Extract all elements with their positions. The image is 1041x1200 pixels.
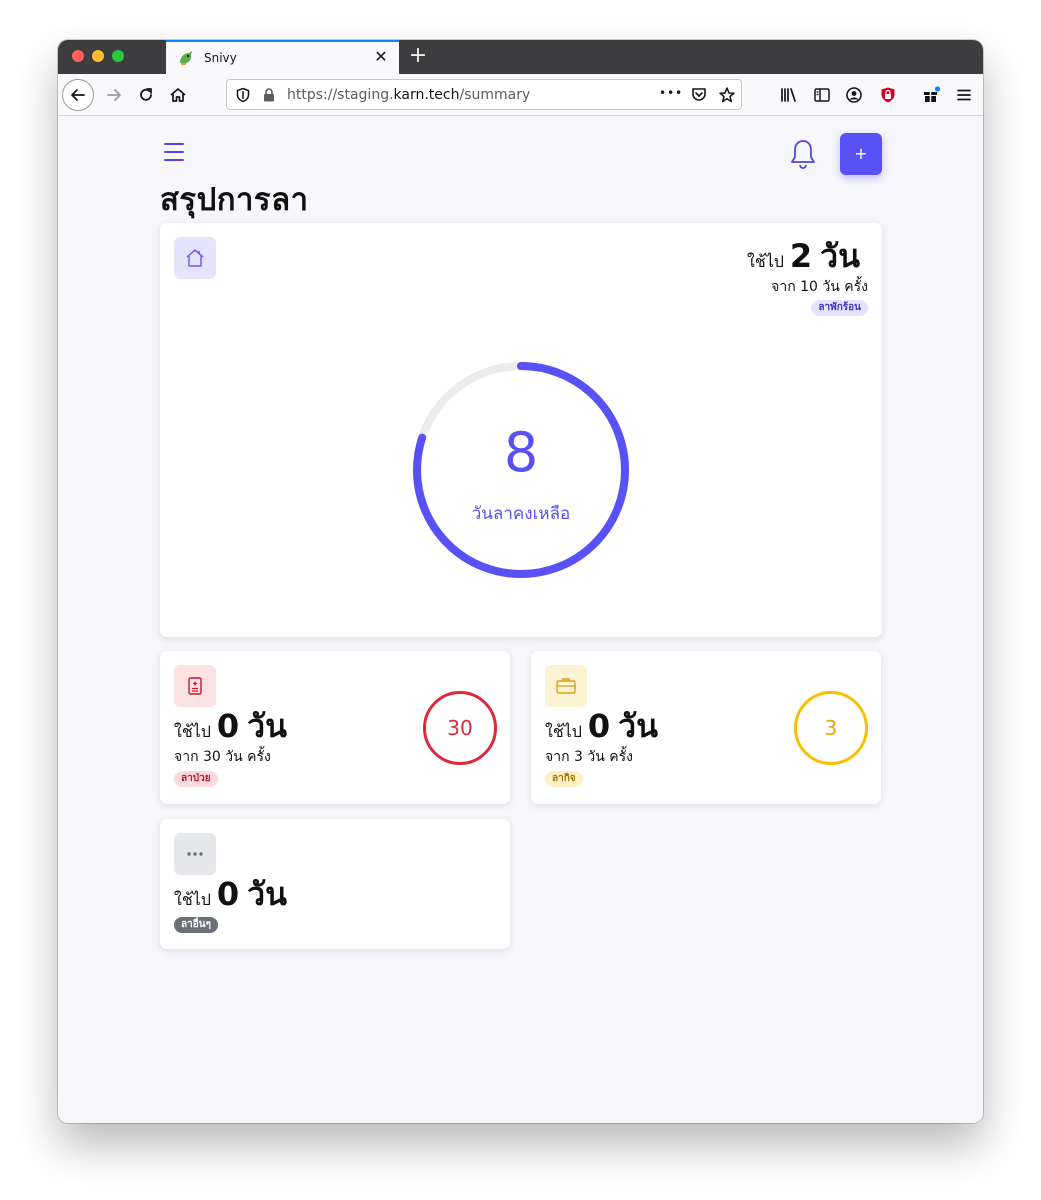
maximize-window-button[interactable] — [112, 50, 124, 62]
gift-extension-icon[interactable] — [919, 83, 943, 107]
minimize-window-button[interactable] — [92, 50, 104, 62]
vacation-from-text: จาก 10 วัน ครั้ง — [771, 279, 868, 295]
other-used: ใช้ไป 0 วัน — [174, 877, 287, 913]
used-value: 0 — [216, 707, 240, 745]
personal-badge: ลากิจ — [545, 771, 583, 787]
ublock-shield-icon[interactable] — [876, 83, 900, 107]
medical-document-icon — [174, 665, 216, 707]
close-window-button[interactable] — [72, 50, 84, 62]
url-host: karn.tech — [393, 87, 460, 103]
tracking-shield-icon[interactable] — [231, 83, 255, 107]
add-leave-button[interactable]: + — [840, 133, 882, 175]
used-value: 0 — [587, 707, 611, 745]
vacation-leave-card: ใช้ไป 2 วัน จาก 10 วัน ครั้ง ลาพักร้อน 8… — [160, 223, 882, 637]
sick-remaining-ring: 30 — [423, 691, 497, 765]
tab-title: Snivy — [204, 51, 237, 65]
used-value: 2 — [789, 237, 813, 275]
used-unit: วัน — [247, 707, 287, 745]
notification-bell-icon[interactable] — [789, 138, 817, 170]
used-prefix: ใช้ไป — [174, 890, 211, 909]
remaining-days-value: 8 — [503, 421, 539, 484]
forward-arrow-icon[interactable] — [102, 83, 126, 107]
library-icon[interactable] — [777, 83, 801, 107]
used-prefix: ใช้ไป — [545, 722, 582, 741]
page-content: + สรุปการลา ใช้ไป 2 วัน จาก 10 วัน ครั้ง… — [58, 116, 983, 1123]
remaining-days-label: วันลาคงเหลือ — [471, 504, 571, 524]
app-menu-icon[interactable] — [952, 83, 976, 107]
used-prefix: ใช้ไป — [747, 252, 784, 271]
hamburger-menu-icon[interactable] — [164, 143, 184, 161]
new-tab-icon[interactable]: + — [408, 45, 428, 67]
back-arrow-icon[interactable] — [62, 79, 94, 111]
briefcase-icon — [545, 665, 587, 707]
page-title: สรุปการลา — [160, 182, 309, 218]
page-actions-icon[interactable]: ••• — [659, 86, 683, 100]
vacation-badge: ลาพักร้อน — [811, 300, 868, 316]
bookmark-star-icon[interactable] — [715, 83, 739, 107]
url-bar[interactable]: https://staging.karn.tech/summary ••• — [226, 79, 742, 110]
used-unit: วัน — [247, 875, 287, 913]
other-leave-card: ใช้ไป 0 วัน ลาอื่นๆ — [160, 819, 510, 949]
sick-badge: ลาป่วย — [174, 771, 218, 787]
personal-leave-card: ใช้ไป 0 วัน จาก 3 วัน ครั้ง ลากิจ 3 — [531, 651, 881, 804]
snivy-favicon-icon — [176, 48, 196, 68]
used-prefix: ใช้ไป — [174, 722, 211, 741]
other-badge: ลาอื่นๆ — [174, 917, 218, 933]
used-unit: วัน — [618, 707, 658, 745]
url-prefix: https://staging. — [287, 87, 394, 103]
pocket-icon[interactable] — [687, 83, 711, 107]
personal-from-text: จาก 3 วัน ครั้ง — [545, 749, 633, 765]
home-icon — [174, 237, 216, 279]
tab-bar: Snivy ✕ + — [58, 40, 983, 74]
account-icon[interactable] — [842, 83, 866, 107]
navigation-toolbar: https://staging.karn.tech/summary ••• — [58, 74, 983, 116]
used-unit: วัน — [820, 237, 860, 275]
vacation-used: ใช้ไป 2 วัน — [747, 239, 860, 275]
close-tab-icon[interactable]: ✕ — [373, 49, 389, 65]
sick-leave-card: ใช้ไป 0 วัน จาก 30 วัน ครั้ง ลาป่วย 30 — [160, 651, 510, 804]
personal-remaining-ring: 3 — [794, 691, 868, 765]
sidebar-toggle-icon[interactable] — [810, 83, 834, 107]
browser-window: Snivy ✕ + https://staging.karn.tech/summ… — [58, 40, 983, 1123]
lock-icon[interactable] — [257, 83, 281, 107]
more-dots-icon — [174, 833, 216, 875]
browser-tab[interactable]: Snivy ✕ — [166, 40, 399, 74]
used-value: 0 — [216, 875, 240, 913]
url-path: /summary — [459, 87, 531, 103]
sick-from-text: จาก 30 วัน ครั้ง — [174, 749, 271, 765]
reload-icon[interactable] — [134, 83, 158, 107]
sick-used: ใช้ไป 0 วัน — [174, 709, 287, 745]
personal-used: ใช้ไป 0 วัน — [545, 709, 658, 745]
home-icon[interactable] — [166, 83, 190, 107]
url-text: https://staging.karn.tech/summary — [287, 87, 530, 103]
